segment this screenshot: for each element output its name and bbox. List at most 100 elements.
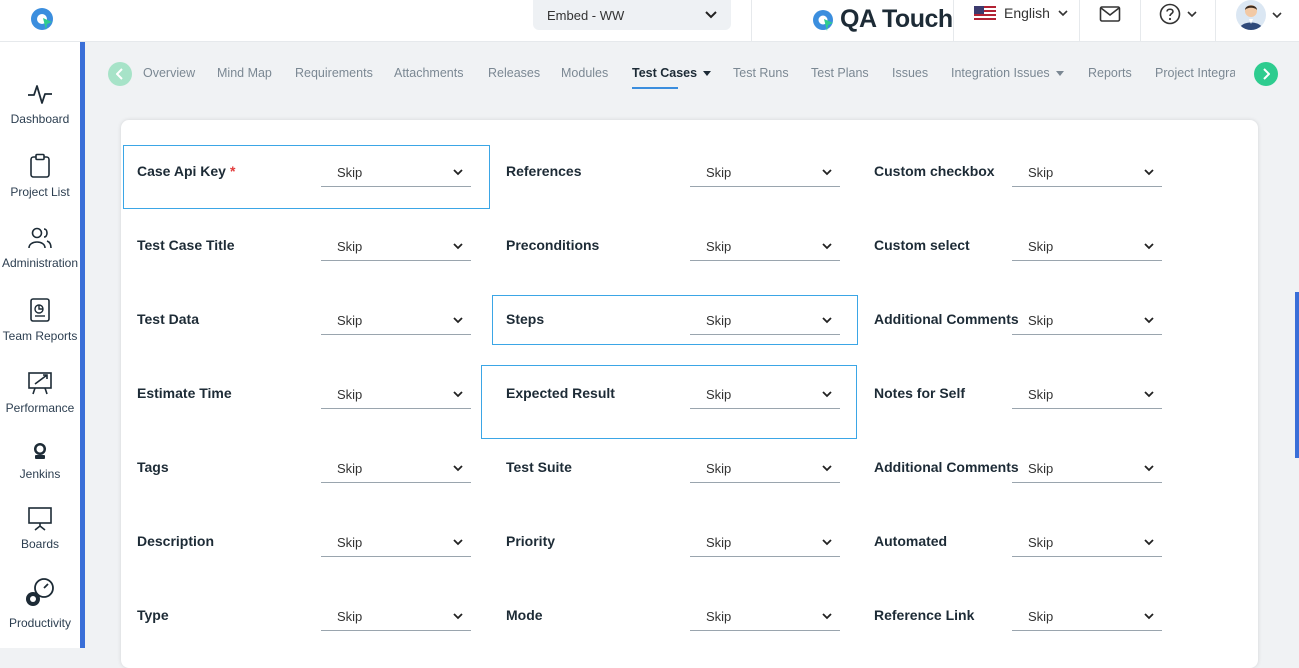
sidebar-item-boards[interactable]: Boards xyxy=(0,505,80,551)
field-label-additional-comments: Additional Comments xyxy=(874,311,1019,327)
tabs-scroll-right-button[interactable] xyxy=(1254,62,1278,86)
mapping-select-reference-link[interactable]: Skip xyxy=(1012,603,1162,631)
select-value: Skip xyxy=(1028,609,1054,624)
mapping-select-automated[interactable]: Skip xyxy=(1012,529,1162,557)
mapping-select-priority[interactable]: Skip xyxy=(690,529,840,557)
mapping-select-notes-for-self[interactable]: Skip xyxy=(1012,381,1162,409)
chevron-down-icon xyxy=(453,465,463,472)
tab-issues[interactable]: Issues xyxy=(892,66,928,80)
project-select[interactable]: Embed - WW xyxy=(533,0,731,30)
mapping-select-mode[interactable]: Skip xyxy=(690,603,840,631)
tab-modules[interactable]: Modules xyxy=(561,66,608,80)
chevron-down-icon xyxy=(822,613,832,620)
sidebar-item-label: Productivity xyxy=(8,616,72,630)
tab-mind-map[interactable]: Mind Map xyxy=(217,66,272,80)
sidebar-item-label: Jenkins xyxy=(19,467,61,481)
tab-reports[interactable]: Reports xyxy=(1088,66,1132,80)
active-tab-underline xyxy=(632,87,678,89)
tab-test-cases[interactable]: Test Cases xyxy=(632,66,712,89)
select-value: Skip xyxy=(706,535,732,550)
mapping-select-description[interactable]: Skip xyxy=(321,529,471,557)
field-label-expected-result: Expected Result xyxy=(506,385,615,401)
caret-down-icon xyxy=(703,71,712,77)
page-scrollbar[interactable] xyxy=(1295,292,1299,458)
mapping-select-estimate-time[interactable]: Skip xyxy=(321,381,471,409)
divider xyxy=(751,0,752,42)
mapping-select-additional-comments[interactable]: Skip xyxy=(1012,307,1162,335)
sidebar-accent-bar xyxy=(80,42,85,648)
field-label-mode: Mode xyxy=(506,607,543,623)
mapping-select-test-data[interactable]: Skip xyxy=(321,307,471,335)
mapping-select-case-api-key[interactable]: Skip xyxy=(321,159,471,187)
tab-project-integrations[interactable]: Project Integrat xyxy=(1155,66,1235,80)
sidebar-item-jenkins[interactable]: Jenkins xyxy=(0,441,80,481)
tab-test-runs[interactable]: Test Runs xyxy=(733,66,789,80)
mapping-select-type[interactable]: Skip xyxy=(321,603,471,631)
chevron-right-icon xyxy=(1263,68,1270,80)
tab-label: Requirements xyxy=(295,66,373,80)
mapping-select-additional-comments-2[interactable]: Skip xyxy=(1012,455,1162,483)
mapping-select-expected-result[interactable]: Skip xyxy=(690,381,840,409)
tab-label: Attachments xyxy=(394,66,464,80)
select-value: Skip xyxy=(337,609,363,624)
chevron-down-icon xyxy=(1144,465,1154,472)
tab-label: Project Integrat xyxy=(1155,66,1235,80)
sidebar-item-label: Performance xyxy=(5,401,75,415)
help-icon xyxy=(1159,3,1181,25)
tab-integration-issues[interactable]: Integration Issues xyxy=(951,66,1064,80)
select-value: Skip xyxy=(1028,165,1054,180)
tabs-scroll-left-button[interactable] xyxy=(108,62,132,86)
tab-overview[interactable]: Overview xyxy=(143,66,195,80)
sidebar-item-productivity[interactable]: Productivity xyxy=(0,576,80,630)
brand-name: QA Touch xyxy=(840,4,953,33)
sidebar-item-label: Boards xyxy=(20,537,60,551)
qatouch-logo-icon[interactable] xyxy=(30,6,56,32)
mapping-select-preconditions[interactable]: Skip xyxy=(690,233,840,261)
activity-icon xyxy=(28,85,52,104)
mapping-select-references[interactable]: Skip xyxy=(690,159,840,187)
chevron-down-icon xyxy=(1144,391,1154,398)
sidebar-item-dashboard[interactable]: Dashboard xyxy=(0,82,80,126)
tab-attachments[interactable]: Attachments xyxy=(394,66,463,80)
sidebar-item-label: Administration xyxy=(1,256,79,270)
chevron-down-icon xyxy=(1144,539,1154,546)
mapping-select-steps[interactable]: Skip xyxy=(690,307,840,335)
select-value: Skip xyxy=(337,313,363,328)
sidebar-item-project-list[interactable]: Project List xyxy=(0,153,80,199)
tab-releases[interactable]: Releases xyxy=(488,66,540,80)
mapping-select-custom-select[interactable]: Skip xyxy=(1012,233,1162,261)
mapping-select-test-case-title[interactable]: Skip xyxy=(321,233,471,261)
sidebar-item-performance[interactable]: Performance xyxy=(0,369,80,415)
select-value: Skip xyxy=(337,461,363,476)
select-value: Skip xyxy=(337,535,363,550)
help-menu[interactable] xyxy=(1159,3,1197,25)
select-value: Skip xyxy=(706,313,732,328)
user-menu[interactable] xyxy=(1236,0,1282,30)
select-value: Skip xyxy=(1028,239,1054,254)
chevron-down-icon xyxy=(822,391,832,398)
sidebar-item-team-reports[interactable]: Team Reports xyxy=(0,297,80,343)
field-label-custom-checkbox: Custom checkbox xyxy=(874,163,995,179)
chevron-down-icon xyxy=(1144,317,1154,324)
mapping-select-tags[interactable]: Skip xyxy=(321,455,471,483)
field-label-steps: Steps xyxy=(506,311,545,327)
chevron-down-icon xyxy=(453,317,463,324)
chevron-down-icon xyxy=(822,539,832,546)
tab-requirements[interactable]: Requirements xyxy=(295,66,373,80)
sidebar-item-administration[interactable]: Administration xyxy=(0,226,80,270)
chevron-down-icon xyxy=(822,317,832,324)
caret-down-icon xyxy=(1055,71,1064,77)
language-selector[interactable]: English xyxy=(974,5,1068,21)
mapping-select-test-suite[interactable]: Skip xyxy=(690,455,840,483)
divider xyxy=(1079,0,1080,42)
mapping-select-custom-checkbox[interactable]: Skip xyxy=(1012,159,1162,187)
project-select-value: Embed - WW xyxy=(547,7,625,23)
chevron-down-icon xyxy=(822,465,832,472)
tab-label: Issues xyxy=(892,66,929,80)
mail-icon[interactable] xyxy=(1099,4,1121,24)
field-label-description: Description xyxy=(137,533,215,549)
select-value: Skip xyxy=(1028,461,1054,476)
chevron-down-icon xyxy=(822,169,832,176)
sidebar-item-label: Project List xyxy=(10,185,70,199)
tab-test-plans[interactable]: Test Plans xyxy=(811,66,869,80)
